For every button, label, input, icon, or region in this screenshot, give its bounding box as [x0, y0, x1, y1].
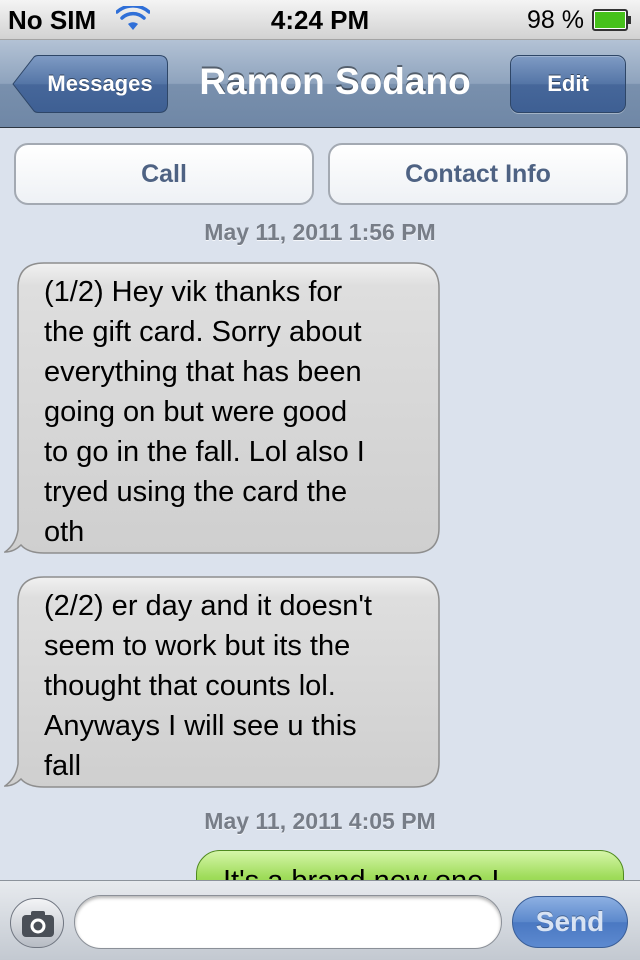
call-button[interactable]: Call — [14, 143, 314, 205]
compose-bar: Send — [0, 880, 640, 960]
message-input[interactable] — [74, 895, 502, 949]
back-button-label: Messages — [47, 71, 153, 96]
contact-info-button[interactable]: Contact Info — [328, 143, 628, 205]
message-timestamp: May 11, 2011 4:05 PM — [204, 808, 436, 834]
battery-percent: 98 % — [527, 6, 584, 34]
conversation-title: Ramon Sodano — [199, 61, 471, 102]
edit-button[interactable]: Edit — [510, 55, 626, 113]
incoming-message-bubble[interactable]: (2/2) er day and it doesn't seem to work… — [4, 576, 440, 788]
message-text: (2/2) er day and it doesn't seem to work… — [44, 590, 372, 782]
messages-back-button[interactable]: Messages — [12, 55, 168, 113]
status-bar: No SIM 4:24 PM 98 % — [0, 0, 640, 40]
camera-button[interactable] — [10, 898, 64, 948]
incoming-message-bubble[interactable]: (1/2) Hey vik thanks for the gift card. … — [4, 262, 440, 554]
send-button[interactable]: Send — [512, 896, 628, 948]
battery-icon — [592, 9, 631, 31]
message-timestamp: May 11, 2011 1:56 PM — [204, 219, 436, 245]
message-text: (1/2) Hey vik thanks for the gift card. … — [44, 276, 365, 548]
navigation-bar: Messages Ramon Sodano Edit — [0, 40, 640, 128]
camera-icon — [22, 911, 54, 937]
